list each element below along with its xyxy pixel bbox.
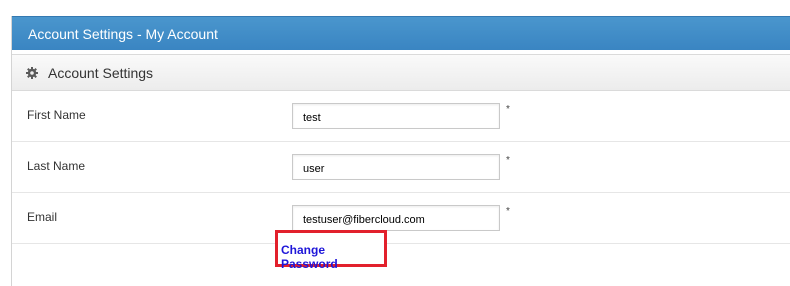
change-password-link[interactable]: Change Password [281, 243, 384, 271]
email-required-mark: * [506, 206, 510, 217]
last-name-input[interactable] [292, 154, 500, 180]
email-input[interactable] [292, 205, 500, 231]
last-name-required-mark: * [506, 155, 510, 166]
account-settings-panel: Account Settings - My Account Account Se… [11, 16, 790, 286]
page-header-bar: Account Settings - My Account [12, 16, 790, 50]
section-title: Account Settings [48, 65, 154, 81]
first-name-input[interactable] [292, 103, 500, 129]
change-password-highlight: Change Password [275, 230, 387, 271]
page-title: Account Settings - My Account [28, 26, 218, 42]
gear-icon [26, 67, 38, 79]
email-row: Email * [12, 193, 790, 244]
email-label: Email [27, 210, 58, 224]
first-name-row: First Name * [12, 91, 790, 142]
first-name-label: First Name [27, 108, 86, 122]
last-name-row: Last Name * [12, 142, 790, 193]
first-name-required-mark: * [506, 104, 510, 115]
last-name-label: Last Name [27, 159, 86, 173]
section-header: Account Settings [12, 54, 790, 91]
